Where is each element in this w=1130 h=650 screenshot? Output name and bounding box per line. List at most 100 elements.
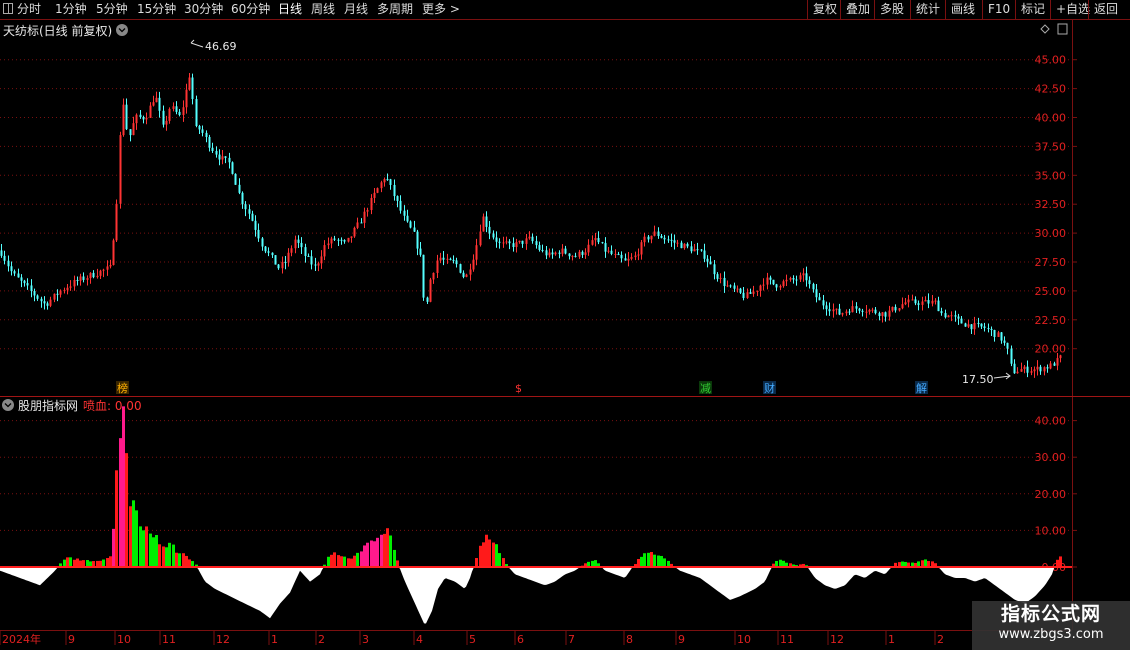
watermark-url: www.zbgs3.com xyxy=(998,627,1104,642)
candle-body xyxy=(158,97,161,111)
indicator-bar xyxy=(185,555,188,567)
indicator-bar xyxy=(475,558,478,567)
candle-body xyxy=(152,102,155,106)
candle-body xyxy=(465,274,468,277)
candlestick-series xyxy=(0,73,1062,378)
indicator-bar xyxy=(149,533,152,567)
candle-body xyxy=(178,111,181,116)
candle-body xyxy=(878,313,881,317)
indicator-bar xyxy=(152,537,155,567)
time-axis-label: 10 xyxy=(117,633,131,646)
candle-body xyxy=(561,248,564,254)
candle-body xyxy=(439,257,442,261)
candle-body xyxy=(838,308,841,315)
candle-body xyxy=(594,238,597,241)
candle-body xyxy=(46,303,49,306)
price-tick-label: 45.00 xyxy=(1035,54,1067,67)
event-marker-reduce[interactable]: 减 xyxy=(700,382,711,395)
candle-body xyxy=(1053,363,1056,366)
candle-body xyxy=(201,129,204,133)
indicator-bar-series xyxy=(59,406,1062,567)
candle-body xyxy=(719,277,722,279)
candle-body xyxy=(584,252,587,255)
maximize-icon[interactable] xyxy=(1057,23,1068,35)
candle-body xyxy=(333,238,336,240)
high-price-label: 46.69 xyxy=(205,40,237,53)
title-dropdown-icon[interactable] xyxy=(116,24,128,36)
event-marker-dollar[interactable]: $ xyxy=(515,382,522,395)
candle-body xyxy=(891,306,894,311)
candle-body xyxy=(353,227,356,237)
candle-body xyxy=(782,281,785,287)
candle-body xyxy=(432,272,435,280)
candle-body xyxy=(564,248,567,254)
candle-body xyxy=(792,278,795,280)
candle-body xyxy=(964,323,967,327)
candle-body xyxy=(713,264,716,275)
candle-body xyxy=(521,240,524,244)
candle-body xyxy=(340,239,343,241)
candle-body xyxy=(244,204,247,210)
candle-body xyxy=(954,315,957,317)
candle-body xyxy=(82,276,85,280)
indicator-tick-label: 10.00 xyxy=(1035,524,1067,537)
candle-body xyxy=(307,255,310,257)
indicator-bar xyxy=(386,528,389,567)
candle-body xyxy=(304,247,307,256)
candle-body xyxy=(696,249,699,251)
candle-body xyxy=(452,259,455,261)
event-marker-unlock[interactable]: 解 xyxy=(916,381,927,395)
candle-body xyxy=(505,241,508,243)
candle-body xyxy=(396,196,399,201)
candle-body xyxy=(726,285,729,287)
event-marker-bang[interactable]: 榜 xyxy=(117,381,128,395)
price-tick-label: 35.00 xyxy=(1035,169,1067,182)
candle-body xyxy=(323,245,326,257)
candle-body xyxy=(1003,340,1006,343)
candle-body xyxy=(706,258,709,262)
time-axis-label: 4 xyxy=(416,633,423,646)
candle-body xyxy=(531,236,534,242)
candle-body xyxy=(690,246,693,252)
candle-body xyxy=(1056,358,1059,366)
candle-body xyxy=(3,255,6,261)
candle-body xyxy=(1010,348,1013,364)
candle-body xyxy=(403,210,406,216)
time-axis-label: 9 xyxy=(678,633,685,646)
candle-body xyxy=(944,313,947,318)
candle-body xyxy=(449,258,452,260)
candle-body xyxy=(488,226,491,234)
candle-body xyxy=(871,309,874,311)
low-pointer-icon xyxy=(993,372,1011,380)
candle-body xyxy=(904,302,907,305)
indicator-dropdown-icon[interactable] xyxy=(2,399,14,411)
candle-body xyxy=(99,270,102,276)
candle-body xyxy=(657,231,660,237)
time-axis-label: 1 xyxy=(271,633,278,646)
indicator-bar xyxy=(650,552,653,567)
candle-body xyxy=(426,297,429,302)
indicator-bar xyxy=(495,544,498,567)
candle-body xyxy=(1013,363,1016,374)
candle-body xyxy=(660,236,663,238)
candle-body xyxy=(789,278,792,280)
stock-chart[interactable]: 45.00 42.50 40.00 37.50 35.00 32.50 30.00 27.50… xyxy=(0,0,1130,650)
candle-body xyxy=(845,311,848,314)
indicator-bar xyxy=(482,542,485,567)
candle-body xyxy=(855,306,858,309)
candle-body xyxy=(709,261,712,265)
candle-body xyxy=(898,308,901,311)
price-tick-label: 25.00 xyxy=(1035,285,1067,298)
time-axis-label: 11 xyxy=(780,633,794,646)
candle-body xyxy=(343,240,346,242)
candle-body xyxy=(828,309,831,312)
candle-body xyxy=(109,264,112,267)
candle-body xyxy=(290,248,293,253)
diamond-icon[interactable] xyxy=(1040,24,1050,34)
candle-body xyxy=(119,135,122,204)
event-marker-finance[interactable]: 财 xyxy=(764,381,775,395)
indicator-title: 股朋指标网 xyxy=(18,398,78,413)
candle-body xyxy=(69,286,72,288)
price-tick-label: 27.50 xyxy=(1035,256,1067,269)
candle-body xyxy=(383,179,386,183)
